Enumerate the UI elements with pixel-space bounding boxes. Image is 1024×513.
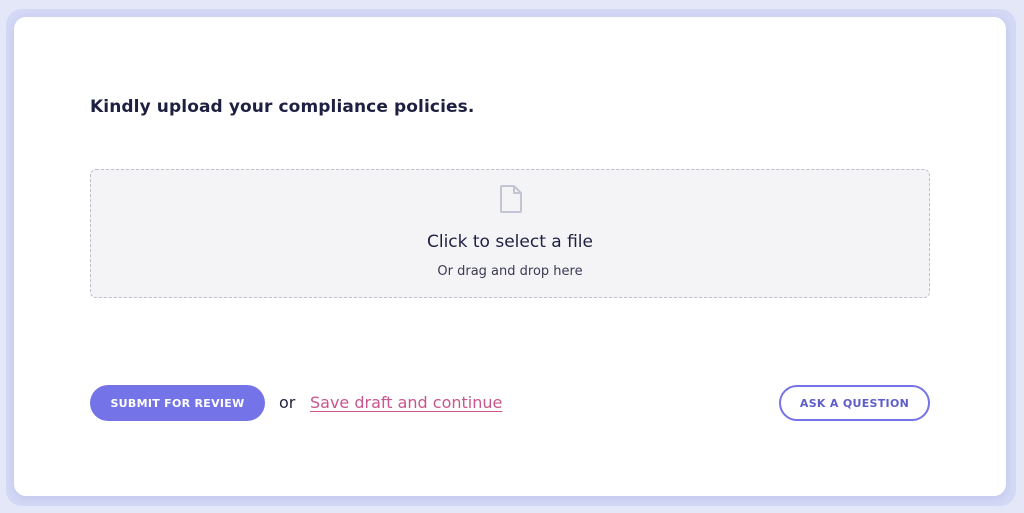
or-separator: or (279, 393, 296, 412)
file-dropzone[interactable]: Click to select a file Or drag and drop … (90, 169, 930, 298)
dropzone-subtitle: Or drag and drop here (437, 264, 583, 279)
submit-for-review-button[interactable]: SUBMIT FOR REVIEW (90, 385, 265, 421)
ask-question-button[interactable]: ASK A QUESTION (779, 385, 930, 421)
form-card: Kindly upload your compliance policies. … (14, 17, 1006, 496)
save-draft-link[interactable]: Save draft and continue (310, 393, 502, 412)
question-label: Kindly upload your compliance policies. (90, 97, 475, 117)
dropzone-title: Click to select a file (426, 232, 593, 252)
file-icon (500, 185, 522, 213)
